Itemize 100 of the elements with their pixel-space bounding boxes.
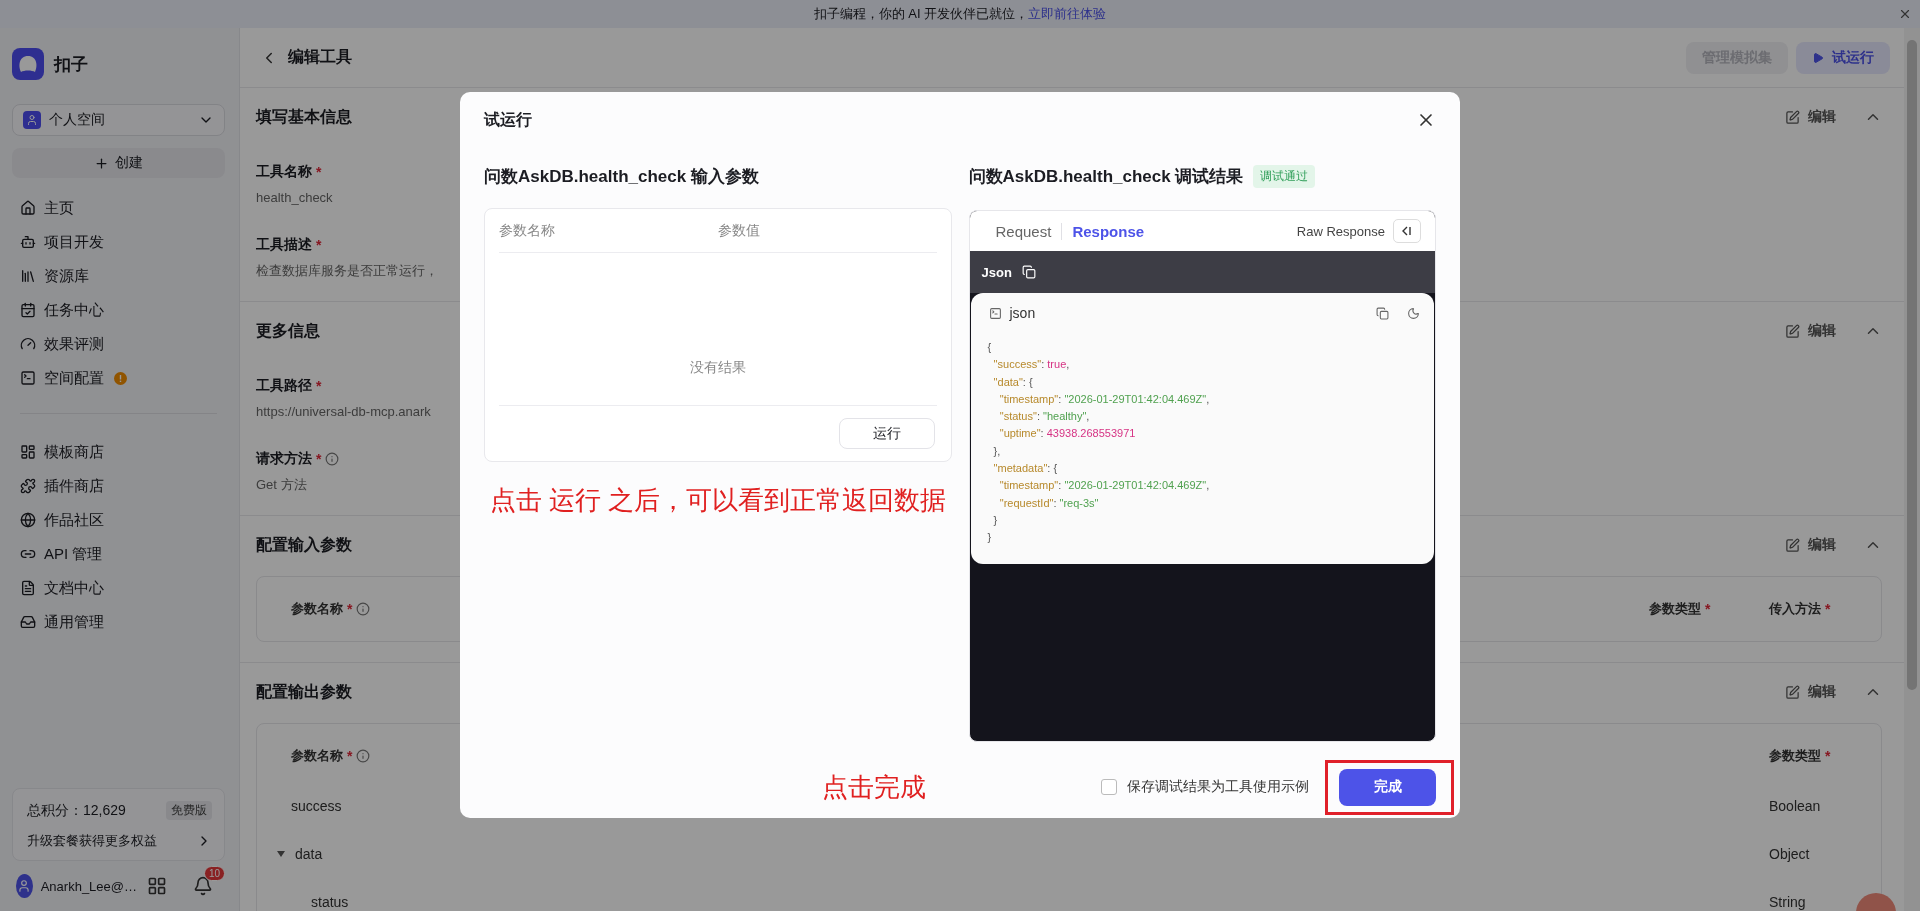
edit-button[interactable]: 编辑 [1779, 107, 1842, 127]
code-line: { [987, 340, 993, 355]
table-cell: success [291, 798, 342, 814]
page-title: 编辑工具 [288, 47, 352, 67]
layout-icon [20, 444, 36, 460]
table-cell: Boolean [1769, 798, 1821, 814]
required-mark: * [316, 237, 322, 253]
avatar [16, 874, 33, 898]
table-cell: Object [1769, 846, 1810, 862]
input-heading: 问数AskDB.health_check 输入参数 [484, 165, 759, 188]
run-button[interactable]: 运行 [838, 418, 935, 449]
code-line: "timestamp": "2026-01-29T01:42:04.469Z", [998, 478, 1211, 494]
code-line: }, [992, 443, 1002, 459]
edit-icon [1785, 323, 1800, 339]
code-line: } [992, 512, 999, 528]
edit-icon [1785, 109, 1800, 125]
nav-item[interactable]: 效果评测 [12, 327, 225, 361]
field-value: https://universal-db-mcp.anark [256, 403, 431, 421]
user-name: Anarkh_Lee@… [40, 878, 137, 894]
edit-button[interactable]: 编辑 [1779, 535, 1842, 555]
scrollbar[interactable] [1904, 28, 1920, 911]
nav-item[interactable]: 项目开发 [12, 225, 225, 259]
format-label: Json [981, 264, 1012, 280]
column-header: 参数值 [717, 221, 761, 240]
nav-item[interactable]: 文档中心 [12, 571, 225, 605]
code-line: "uptime": 43938.268553971 [998, 426, 1137, 442]
gauge-icon [20, 336, 36, 352]
edit-icon [1785, 537, 1800, 553]
result-heading: 问数AskDB.health_check 调试结果 [968, 165, 1244, 188]
column-header: 参数类型 [1649, 600, 1701, 618]
play-icon [1812, 51, 1824, 64]
section-title: 填写基本信息 [256, 106, 352, 127]
announcement-text: 扣子编程，你的 AI 开发伙伴已就位， [813, 6, 1029, 21]
field-label: 工具路径 [256, 377, 312, 395]
required-mark: * [1825, 748, 1831, 764]
globe-icon [20, 512, 36, 528]
brand-name: 扣子 [54, 53, 88, 76]
nav-item[interactable]: 任务中心 [12, 293, 225, 327]
empty-text: 没有结果 [689, 359, 746, 377]
calendar-icon [20, 302, 36, 318]
field-value: health_check [256, 189, 333, 207]
info-icon[interactable] [356, 749, 371, 763]
nav-item[interactable]: 主页 [12, 191, 225, 225]
copy-icon[interactable] [1021, 265, 1036, 279]
plus-icon [94, 155, 109, 171]
terminal-icon [988, 306, 1002, 320]
info-icon[interactable] [325, 452, 340, 466]
terminal-icon [20, 370, 36, 386]
code-line: "requestId": "req-3s" [998, 495, 1100, 511]
tab[interactable]: Response [1061, 222, 1155, 240]
house-icon [20, 200, 36, 216]
field-label: 请求方法 [256, 450, 312, 468]
workspace-dropdown[interactable]: 个人空间 [12, 104, 225, 136]
caret-icon[interactable] [276, 849, 286, 859]
create-button[interactable]: 创建 [12, 148, 225, 178]
nav-item[interactable]: 通用管理 [12, 605, 225, 639]
column-header: 参数类型 [1769, 747, 1821, 765]
field-label: 工具名称 [256, 163, 312, 181]
edit-button[interactable]: 编辑 [1779, 682, 1842, 702]
robot-icon [20, 234, 36, 250]
code-line: "success": true, [992, 357, 1071, 373]
nav-item[interactable]: 资源库 [12, 259, 225, 293]
required-mark: * [316, 378, 322, 394]
edit-button[interactable]: 编辑 [1779, 321, 1842, 341]
column-header: 传入方法 [1769, 600, 1821, 618]
required-mark: * [316, 164, 322, 180]
required-mark: * [347, 748, 353, 764]
raw-response-button[interactable] [1393, 219, 1421, 243]
try-now-link[interactable]: 立即前往体验 [1028, 6, 1107, 21]
info-icon[interactable] [356, 602, 371, 616]
plan-tag: 免费版 [166, 801, 212, 820]
nav-item[interactable]: 空间配置 [12, 361, 225, 395]
nav-item[interactable]: 模板商店 [12, 435, 225, 469]
required-mark: * [1705, 601, 1711, 617]
status-tag: 调试通过 [1253, 164, 1316, 188]
section-title: 更多信息 [256, 320, 320, 341]
collapse-icon [1401, 225, 1413, 237]
code-line: "status": "healthy", [998, 409, 1091, 425]
raw-response-label: Raw Response [1296, 223, 1385, 239]
required-mark: * [316, 451, 322, 467]
required-mark: * [347, 601, 353, 617]
logo-icon [12, 48, 44, 80]
code-line: "data": { [992, 374, 1034, 390]
nav-item[interactable]: 插件商店 [12, 469, 225, 503]
run-button[interactable]: 试运行 [1796, 41, 1890, 74]
table-cell: status [311, 894, 349, 910]
nav-item[interactable]: 作品社区 [12, 503, 225, 537]
checkbox[interactable] [1101, 779, 1117, 795]
field-value: 检查数据库服务是否正常运行， [256, 262, 438, 280]
copy-icon[interactable] [1376, 306, 1389, 320]
nav-item[interactable]: API 管理 [12, 537, 225, 571]
annotation-text: 点击完成 [821, 771, 926, 804]
done-button[interactable]: 完成 [1339, 768, 1436, 806]
field-label: 工具描述 [256, 236, 312, 254]
tab[interactable]: Request [985, 222, 1062, 240]
table-cell: String [1769, 894, 1806, 910]
code-line: } [987, 530, 993, 546]
code-language: json [1009, 305, 1036, 321]
upgrade-link[interactable]: 升级套餐获得更多权益 [27, 832, 157, 850]
theme-icon[interactable] [1407, 306, 1420, 320]
